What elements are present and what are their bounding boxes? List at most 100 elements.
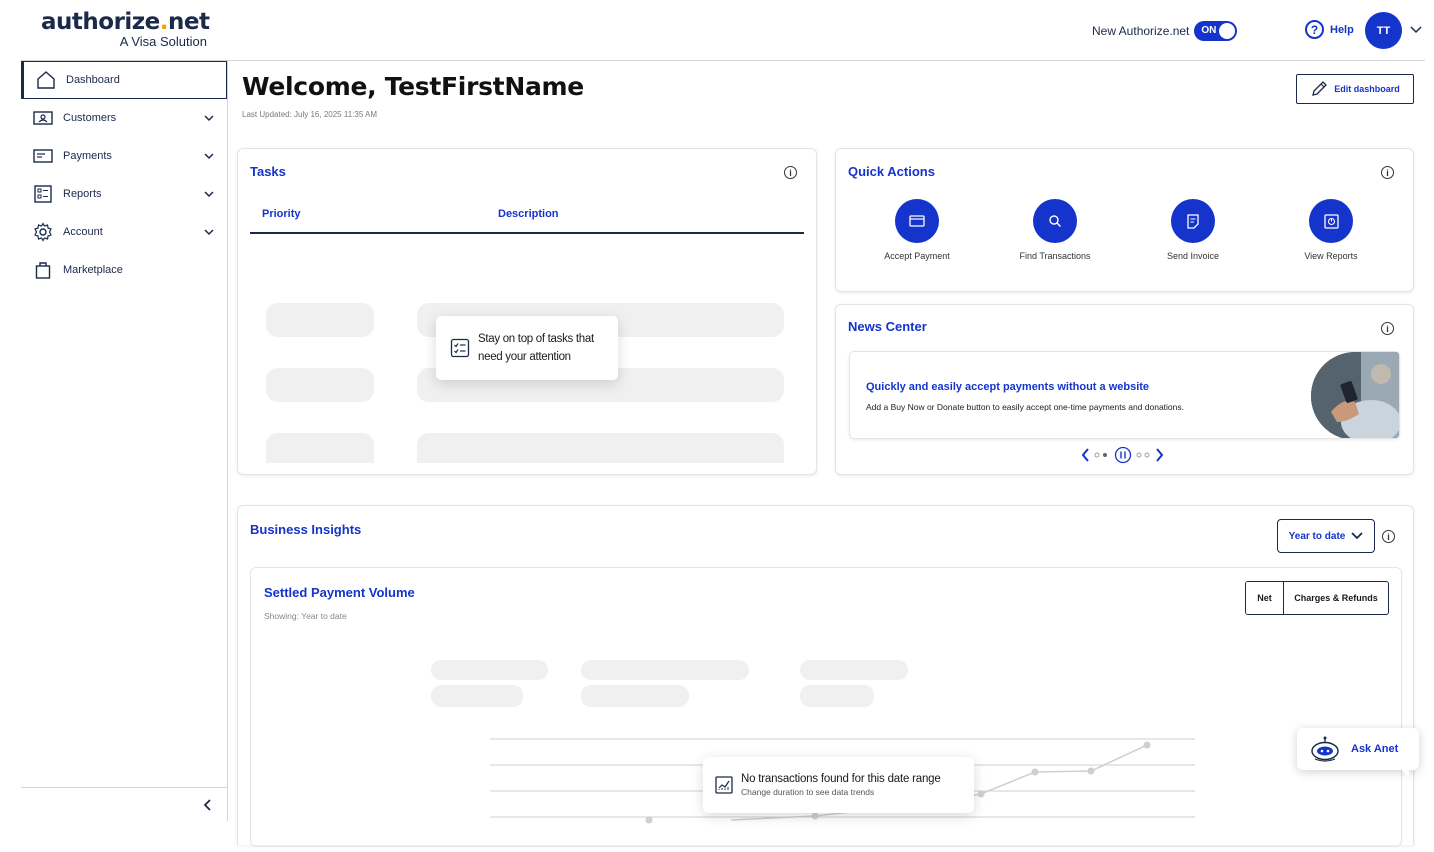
skeleton-placeholder <box>431 660 548 680</box>
page-title: Welcome, TestFirstName <box>242 72 584 101</box>
sidebar-item-label: Customers <box>63 112 117 124</box>
tasks-title: Tasks <box>250 164 286 179</box>
sidebar-nav: Dashboard Customers Payments Reports Acc… <box>21 61 228 821</box>
shopping-bag-icon <box>33 260 53 280</box>
edit-dashboard-button[interactable]: Edit dashboard <box>1296 74 1414 104</box>
logo-tagline: A Visa Solution <box>119 34 207 49</box>
sidebar-item-label: Marketplace <box>63 264 123 276</box>
column-header-priority[interactable]: Priority <box>262 208 301 220</box>
column-header-description[interactable]: Description <box>498 208 559 220</box>
search-icon <box>1033 199 1077 243</box>
news-center-title: News Center <box>848 319 927 334</box>
invoice-icon <box>1171 199 1215 243</box>
sidebar-item-label: Reports <box>63 188 102 200</box>
placeholder-point <box>811 812 819 820</box>
tasks-empty-tooltip: Stay on top of tasks that need your atte… <box>436 316 618 380</box>
chevron-down-icon[interactable] <box>1409 22 1423 36</box>
skeleton-placeholder <box>800 660 908 680</box>
news-image <box>1311 352 1399 438</box>
chevron-right-icon <box>1156 448 1164 462</box>
sidebar-item-account[interactable]: Account <box>21 213 227 251</box>
home-icon <box>36 70 56 90</box>
table-header-divider <box>250 232 804 234</box>
business-insights-title: Business Insights <box>250 522 362 537</box>
info-icon[interactable]: i <box>1381 322 1394 335</box>
chevron-down-icon <box>204 115 214 122</box>
settled-payment-volume-panel: Settled Payment Volume Showing: Year to … <box>250 567 1402 847</box>
news-slide[interactable]: Quickly and easily accept payments witho… <box>849 351 1400 439</box>
card-icon <box>895 199 939 243</box>
quick-action-find-transactions[interactable]: Find Transactions <box>995 199 1115 261</box>
new-ui-toggle-group: New Authorize.net ON <box>1092 21 1238 41</box>
info-icon[interactable]: i <box>1382 530 1395 543</box>
skeleton-placeholder <box>431 685 523 707</box>
no-transactions-message: No transactions found for this date rang… <box>703 757 974 813</box>
toggle-state-text: ON <box>1201 25 1217 36</box>
sidebar-item-marketplace[interactable]: Marketplace <box>21 251 227 289</box>
placeholder-point <box>1031 768 1039 776</box>
sidebar-item-dashboard[interactable]: Dashboard <box>21 61 227 99</box>
skeleton-placeholder <box>581 685 689 707</box>
sidebar-item-customers[interactable]: Customers <box>21 99 227 137</box>
report-icon <box>33 184 53 204</box>
carousel-controls[interactable] <box>1082 446 1166 464</box>
new-ui-toggle-label: New Authorize.net <box>1092 24 1190 38</box>
quick-action-label: View Reports <box>1304 251 1358 261</box>
chevron-left-icon[interactable] <box>201 798 213 812</box>
checklist-icon <box>450 338 470 358</box>
robot-icon <box>1311 736 1339 762</box>
pencil-icon <box>1312 81 1328 96</box>
question-circle-icon: ? <box>1305 20 1324 39</box>
placeholder-point <box>977 790 985 798</box>
info-icon[interactable]: i <box>784 166 797 179</box>
help-label: Help <box>1330 23 1354 36</box>
chevron-left-icon <box>1082 448 1089 462</box>
sidebar-item-payments[interactable]: Payments <box>21 137 227 175</box>
speech-tail <box>1401 769 1409 779</box>
ask-anet-button[interactable]: Ask Anet <box>1297 728 1419 779</box>
quick-action-accept-payment[interactable]: Accept Payment <box>857 199 977 261</box>
info-icon[interactable]: i <box>1381 166 1394 179</box>
tasks-card: Tasks i Priority Description Stay on top… <box>237 148 817 475</box>
gear-icon <box>33 222 53 242</box>
quick-action-label: Send Invoice <box>1166 251 1220 261</box>
news-center-card: News Center i Quickly and easily accept … <box>835 304 1414 475</box>
last-updated-text: Last Updated: July 16, 2025 11:35 AM <box>242 110 378 119</box>
skeleton-placeholder <box>266 368 374 402</box>
chart-trend-icon <box>715 776 733 794</box>
news-body: Add a Buy Now or Donate button to easily… <box>866 402 1184 412</box>
toggle-knob <box>1219 23 1236 39</box>
sidebar-footer <box>21 787 227 821</box>
tip-line: Stay on top of tasks that <box>478 333 594 345</box>
new-ui-toggle[interactable]: ON <box>1194 21 1238 41</box>
user-avatar[interactable]: TT <box>1365 12 1402 49</box>
help-link[interactable]: ? Help <box>1305 20 1354 39</box>
sidebar-item-label: Account <box>63 226 103 238</box>
app-frame: authorize.net A Visa Solution New Author… <box>0 0 1434 852</box>
date-range-dropdown[interactable]: Year to date <box>1277 519 1375 553</box>
placeholder-point <box>1143 741 1151 749</box>
chevron-down-icon <box>204 153 214 160</box>
logo-wordmark: authorize.net <box>41 9 210 35</box>
skeleton-placeholder <box>266 303 374 337</box>
quick-action-label: Accept Payment <box>884 251 950 261</box>
business-insights-card: Business Insights Year to date i Settled… <box>237 505 1414 847</box>
edit-dashboard-label: Edit dashboard <box>1334 84 1400 94</box>
no-transactions-text: No transactions found for this date rang… <box>741 773 941 797</box>
news-headline[interactable]: Quickly and easily accept payments witho… <box>866 381 1149 393</box>
no-transactions-subtitle: Change duration to see data trends <box>741 787 875 797</box>
pause-icon <box>1114 446 1132 464</box>
sidebar-item-label: Payments <box>63 150 112 162</box>
quick-action-view-reports[interactable]: View Reports <box>1271 199 1391 261</box>
reports-icon <box>1309 199 1353 243</box>
tip-line: need your attention <box>478 351 571 363</box>
quick-action-label: Find Transactions <box>1019 251 1091 261</box>
skeleton-placeholder <box>417 433 784 463</box>
quick-action-send-invoice[interactable]: Send Invoice <box>1133 199 1253 261</box>
quick-actions-card: Quick Actions i Accept Payment Find Tran… <box>835 148 1414 292</box>
sidebar-item-reports[interactable]: Reports <box>21 175 227 213</box>
date-range-label: Year to date <box>1288 530 1346 542</box>
skeleton-placeholder <box>581 660 749 680</box>
ask-anet-label: Ask Anet <box>1351 743 1399 755</box>
authorize-net-logo[interactable]: authorize.net A Visa Solution <box>41 9 211 49</box>
